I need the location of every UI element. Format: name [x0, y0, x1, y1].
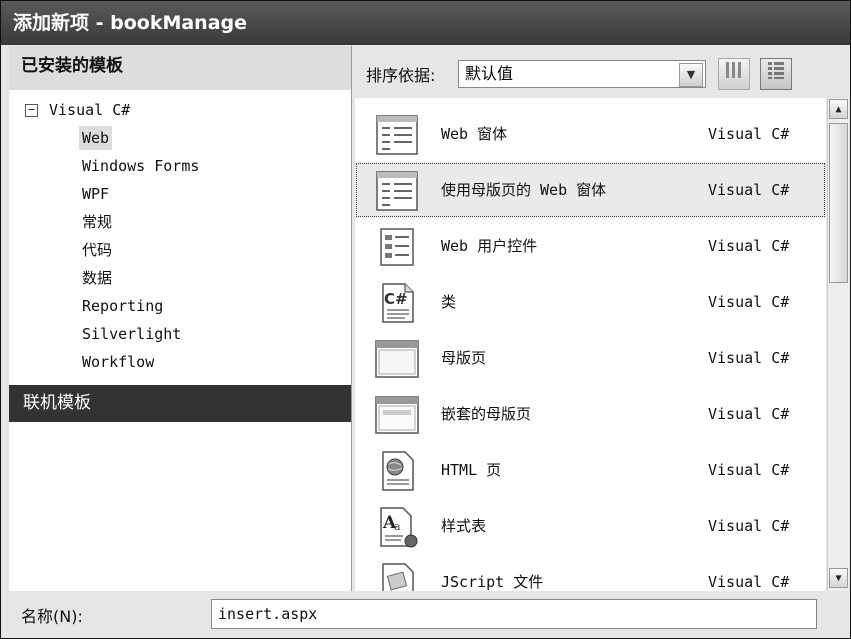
template-name: Web 用户控件 [441, 237, 538, 255]
name-bar: 名称(N): insert.aspx [1, 591, 850, 638]
template-list-scrollbar[interactable]: ▲ ▼ [827, 98, 849, 591]
sort-by-dropdown[interactable]: 默认值 ▼ [458, 60, 706, 88]
scroll-up-icon[interactable]: ▲ [829, 99, 848, 119]
sort-by-value: 默认值 [465, 64, 514, 83]
template-item-web-form[interactable]: Web 窗体 Visual C# [355, 106, 826, 162]
installed-templates-header[interactable]: 已安装的模板 [9, 46, 351, 90]
template-name: 样式表 [441, 517, 487, 535]
template-language: Visual C# [708, 461, 790, 479]
template-language: Visual C# [708, 181, 790, 199]
template-name: HTML 页 [441, 461, 502, 479]
html-page-icon [382, 451, 414, 491]
template-item-html-page[interactable]: HTML 页 Visual C# [355, 442, 826, 498]
window-title: 添加新项 - bookManage [1, 1, 850, 45]
template-item-stylesheet[interactable]: Aa 样式表 Visual C# [355, 498, 826, 554]
web-form-icon [376, 115, 418, 155]
template-item-class[interactable]: C# 类 Visual C# [355, 274, 826, 330]
tree-item-general[interactable]: 常规 [79, 210, 115, 234]
tree-root-label: Visual C# [49, 101, 131, 119]
sort-toolbar: 排序依据: 默认值 ▼ [352, 46, 850, 98]
template-language: Visual C# [708, 405, 790, 423]
template-name: 嵌套的母版页 [441, 405, 532, 423]
tree-item-data[interactable]: 数据 [79, 266, 115, 290]
jscript-file-icon [382, 563, 414, 591]
add-new-item-dialog: 添加新项 - bookManage 已安装的模板 − Visual C# Web … [0, 0, 851, 639]
template-item-web-form-master[interactable]: 使用母版页的 Web 窗体 Visual C# [355, 162, 826, 218]
chevron-down-icon[interactable]: ▼ [679, 63, 703, 87]
user-control-icon [380, 228, 414, 266]
sort-by-label: 排序依据: [366, 66, 436, 85]
master-page-icon [375, 340, 419, 378]
template-item-jscript-file[interactable]: JScript 文件 Visual C# [355, 554, 826, 591]
web-form-master-icon [376, 171, 418, 211]
online-templates-header[interactable]: 联机模板 [9, 385, 351, 422]
template-item-nested-master-page[interactable]: 嵌套的母版页 Visual C# [355, 386, 826, 442]
medium-icons-view-button[interactable] [718, 58, 750, 90]
tree-item-silverlight[interactable]: Silverlight [79, 322, 184, 346]
tree-item-workflow[interactable]: Workflow [79, 350, 157, 374]
collapse-icon[interactable]: − [25, 104, 38, 117]
template-language: Visual C# [708, 125, 790, 143]
tree-root-visual-csharp[interactable]: − Visual C# [25, 98, 130, 122]
template-language: Visual C# [708, 517, 790, 535]
tree-item-reporting[interactable]: Reporting [79, 294, 166, 318]
svg-text:C#: C# [384, 290, 408, 308]
details-view-button[interactable] [760, 58, 792, 90]
stylesheet-icon: Aa [380, 507, 418, 548]
template-language: Visual C# [708, 237, 790, 255]
template-name: Web 窗体 [441, 125, 508, 143]
scroll-down-icon[interactable]: ▼ [829, 568, 848, 588]
template-name: JScript 文件 [441, 573, 544, 591]
template-language: Visual C# [708, 293, 790, 311]
name-input[interactable]: insert.aspx [211, 599, 817, 629]
template-name: 使用母版页的 Web 窗体 [441, 181, 607, 199]
template-language: Visual C# [708, 573, 790, 591]
template-language: Visual C# [708, 349, 790, 367]
template-item-user-control[interactable]: Web 用户控件 Visual C# [355, 218, 826, 274]
template-list: Web 窗体 Visual C# 使用母版页的 Web 窗体 Visual C#… [355, 98, 826, 591]
svg-text:a: a [394, 520, 401, 533]
template-name: 类 [441, 293, 457, 311]
tree-item-code[interactable]: 代码 [79, 238, 115, 262]
tree-item-wpf[interactable]: WPF [79, 182, 112, 206]
template-name: 母版页 [441, 349, 487, 367]
template-list-panel: 排序依据: 默认值 ▼ Web 窗体 Visual C# 使用母版页的 Web … [352, 46, 850, 591]
scroll-thumb[interactable] [829, 123, 848, 283]
template-category-panel: 已安装的模板 − Visual C# Web Windows Forms WPF … [9, 46, 352, 591]
tree-item-web[interactable]: Web [79, 126, 113, 150]
medium-icons-view-icon [726, 62, 741, 78]
nested-master-page-icon [375, 396, 419, 434]
template-item-master-page[interactable]: 母版页 Visual C# [355, 330, 826, 386]
class-icon: C# [382, 283, 414, 323]
tree-item-windows-forms[interactable]: Windows Forms [79, 154, 202, 178]
details-view-icon [768, 62, 784, 79]
name-label: 名称(N): [21, 607, 83, 626]
